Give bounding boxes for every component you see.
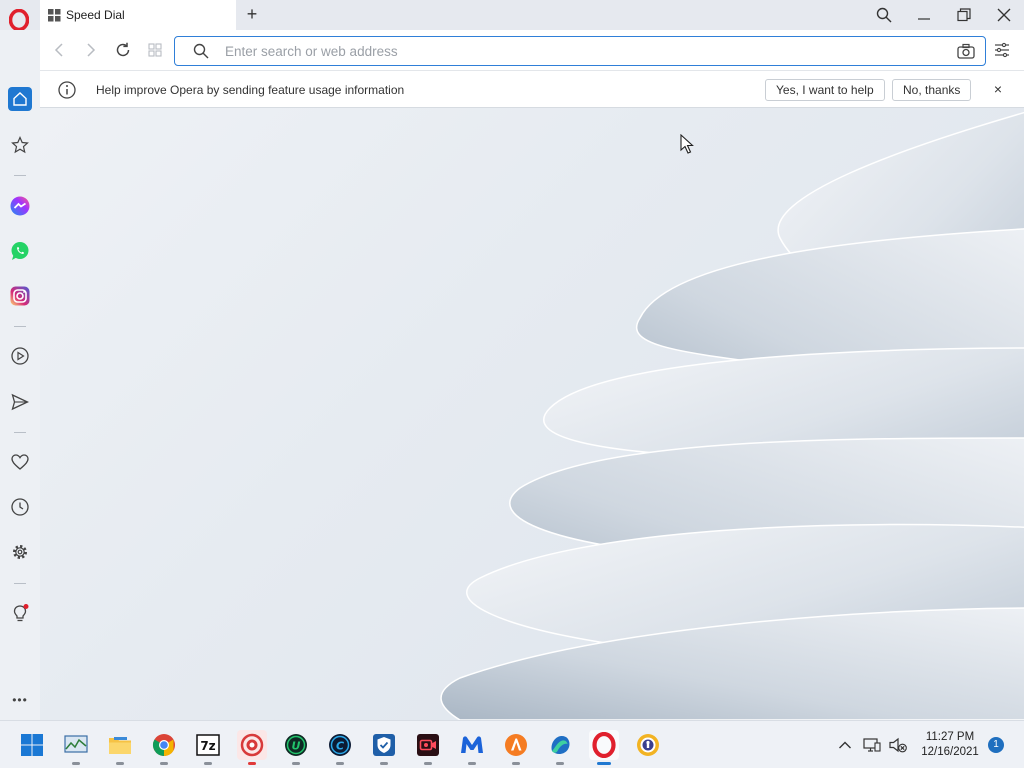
taskbar: 7z U C 11:27 PM 12/16/2021 1 (0, 720, 1024, 768)
running-indicator (116, 762, 124, 765)
yes-help-button[interactable]: Yes, I want to help (765, 79, 885, 101)
history-icon[interactable] (8, 495, 32, 519)
mouse-cursor-icon (680, 134, 694, 154)
monitor-app-icon[interactable] (61, 730, 91, 765)
svg-text:U: U (292, 740, 301, 753)
search-icon (193, 43, 209, 59)
feedback-infobar: Help improve Opera by sending feature us… (40, 70, 1024, 108)
sidebar-divider (14, 326, 26, 327)
address-bar[interactable] (174, 36, 986, 66)
forward-button[interactable] (80, 40, 102, 60)
taskbar-clock[interactable]: 11:27 PM 12/16/2021 (918, 730, 982, 760)
running-indicator (424, 762, 432, 765)
running-indicator (204, 762, 212, 765)
home-icon[interactable] (8, 87, 32, 111)
recovery-app-icon[interactable] (237, 730, 267, 765)
close-window-button[interactable] (992, 4, 1016, 26)
sidebar-divider (14, 583, 26, 584)
navigation-bar (40, 30, 1024, 70)
tab-speed-dial[interactable]: Speed Dial (40, 0, 236, 30)
snapshot-camera-icon[interactable] (957, 43, 975, 59)
speed-dial-content (40, 108, 1024, 720)
more-icon[interactable]: ••• (8, 688, 32, 712)
address-input[interactable] (225, 42, 925, 60)
speed-dial-icon (48, 9, 61, 22)
clock-date: 12/16/2021 (921, 746, 979, 758)
running-indicator (556, 762, 564, 765)
instagram-icon[interactable] (8, 284, 32, 308)
tab-strip: Speed Dial + (0, 0, 1024, 32)
whatsapp-icon[interactable] (8, 239, 32, 263)
svg-text:7z: 7z (200, 739, 215, 753)
chrome-icon[interactable] (149, 730, 179, 765)
running-indicator (512, 762, 520, 765)
tab-grid-button[interactable] (144, 40, 166, 60)
player-icon[interactable] (8, 344, 32, 368)
svg-text:C: C (336, 740, 344, 753)
running-indicator (468, 762, 476, 765)
no-thanks-button[interactable]: No, thanks (892, 79, 972, 101)
malwarebytes-icon[interactable] (457, 730, 487, 765)
running-indicator (292, 762, 300, 765)
search-tabs-button[interactable] (872, 4, 896, 26)
infobar-message: Help improve Opera by sending feature us… (96, 83, 405, 97)
new-tab-button[interactable]: + (243, 5, 261, 25)
back-button[interactable] (48, 40, 70, 60)
opera-menu-icon[interactable] (8, 8, 30, 32)
send-icon[interactable] (8, 390, 32, 414)
network-icon[interactable] (862, 735, 882, 755)
7zip-icon[interactable]: 7z (193, 730, 223, 765)
c-app-icon[interactable]: C (325, 730, 355, 765)
show-hidden-icons-chevron-icon[interactable] (835, 735, 855, 755)
sidebar: ••• (0, 30, 40, 720)
bulb-icon[interactable] (8, 602, 32, 626)
vpn-app-icon[interactable] (633, 730, 663, 760)
running-indicator (336, 762, 344, 765)
browser-app-icon[interactable] (545, 730, 575, 765)
reload-button[interactable] (112, 40, 134, 60)
u-app-icon[interactable]: U (281, 730, 311, 765)
easy-setup-icon[interactable] (994, 42, 1010, 58)
star-icon[interactable] (8, 133, 32, 157)
recorder-app-icon[interactable] (413, 730, 443, 765)
shield-app-icon[interactable] (369, 730, 399, 765)
running-indicator (380, 762, 388, 765)
minimize-button[interactable] (912, 4, 936, 26)
file-explorer-icon[interactable] (105, 730, 135, 765)
clock-time: 11:27 PM (925, 731, 975, 743)
start-icon[interactable] (17, 730, 47, 760)
avast-icon[interactable] (501, 730, 531, 765)
sidebar-divider (14, 175, 26, 176)
opera-browser-window: Speed Dial + Enter search or web address… (0, 0, 1024, 720)
sidebar-divider (14, 432, 26, 433)
running-indicator (160, 762, 168, 765)
opera-icon[interactable] (589, 730, 619, 765)
restore-button[interactable] (952, 4, 976, 26)
infobar-close-icon[interactable]: × (990, 81, 1006, 97)
settings-icon[interactable] (8, 540, 32, 564)
messenger-icon[interactable] (8, 194, 32, 218)
tab-title: Speed Dial (66, 8, 125, 22)
wallpaper-bloom (440, 111, 1024, 720)
heart-icon[interactable] (8, 450, 32, 474)
notification-badge[interactable]: 1 (988, 737, 1004, 753)
volume-muted-icon[interactable] (888, 735, 908, 755)
running-indicator (248, 762, 256, 765)
running-indicator (72, 762, 80, 765)
info-icon (58, 81, 76, 99)
active-app-indicator (597, 762, 611, 765)
